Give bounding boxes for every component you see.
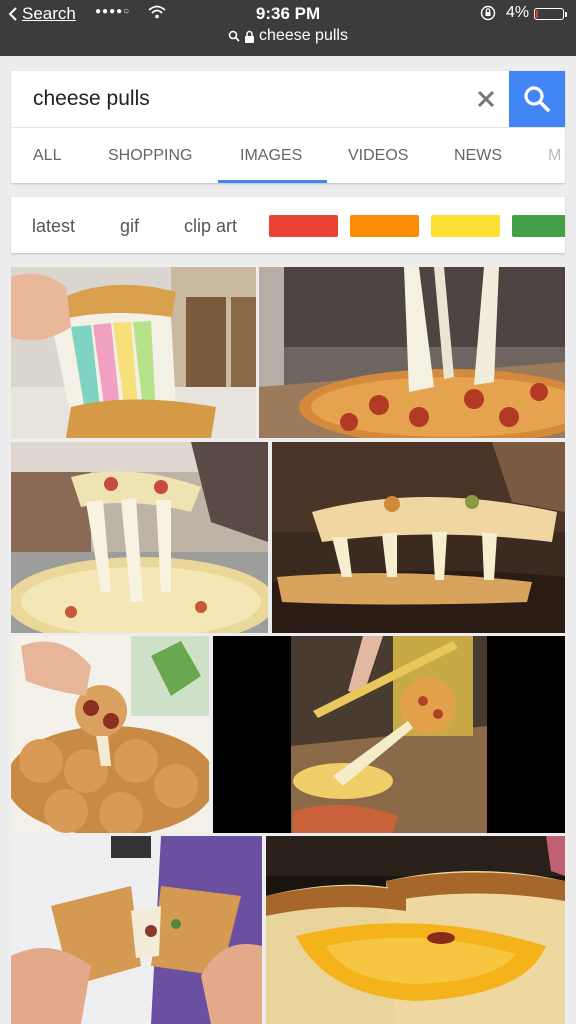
search-card: ALL SHOPPING IMAGES VIDEOS NEWS M (11, 71, 565, 183)
pepperoni-pull-apart-bread-image[interactable] (11, 636, 209, 833)
search-button[interactable] (509, 71, 565, 127)
pizza-cheese-stretch-dark-image[interactable] (213, 636, 565, 833)
chip-color-orange[interactable] (350, 215, 419, 237)
tab-all[interactable]: ALL (33, 128, 61, 183)
search-tabs: ALL SHOPPING IMAGES VIDEOS NEWS M (11, 127, 565, 183)
lock-icon (245, 30, 255, 43)
active-tab-indicator (218, 180, 327, 183)
url-text: cheese pulls (259, 27, 348, 44)
tab-videos[interactable]: VIDEOS (348, 128, 408, 183)
tab-images[interactable]: IMAGES (240, 128, 302, 183)
pizza-slice-closeup-image[interactable] (272, 442, 565, 633)
pizza-slice-lift-image[interactable] (11, 442, 268, 633)
close-icon (477, 90, 495, 108)
quesadilla-pull-image[interactable] (11, 836, 262, 1024)
battery-icon (534, 8, 567, 20)
image-results-grid (11, 267, 565, 1024)
battery-level (536, 10, 538, 18)
chip-latest[interactable]: latest (32, 197, 75, 253)
rainbow-grilled-cheese-image[interactable] (11, 267, 256, 438)
tab-shopping[interactable]: SHOPPING (108, 128, 192, 183)
battery-percent: 4% (506, 4, 530, 21)
chip-clip-art[interactable]: clip art (184, 197, 237, 253)
pepperoni-pizza-cheese-pull-image[interactable] (259, 267, 565, 438)
chip-color-red[interactable] (269, 215, 338, 237)
chip-color-yellow[interactable] (431, 215, 500, 237)
url-bar[interactable]: cheese pulls (0, 27, 576, 45)
clear-search-button[interactable] (473, 86, 499, 112)
chip-color-green[interactable] (512, 215, 565, 237)
search-input[interactable] (11, 71, 471, 127)
chip-gif[interactable]: gif (120, 197, 139, 253)
search-icon (524, 86, 550, 112)
tab-news[interactable]: NEWS (454, 128, 502, 183)
status-bar: Search ●●●●○ 9:36 PM 4% cheese pulls (0, 0, 576, 56)
tab-more[interactable]: M (548, 128, 561, 183)
grilled-cheese-closeup-image[interactable] (266, 836, 565, 1024)
orientation-lock-icon (480, 5, 496, 21)
search-icon (228, 30, 240, 42)
filter-chips: latest gif clip art (11, 197, 565, 253)
